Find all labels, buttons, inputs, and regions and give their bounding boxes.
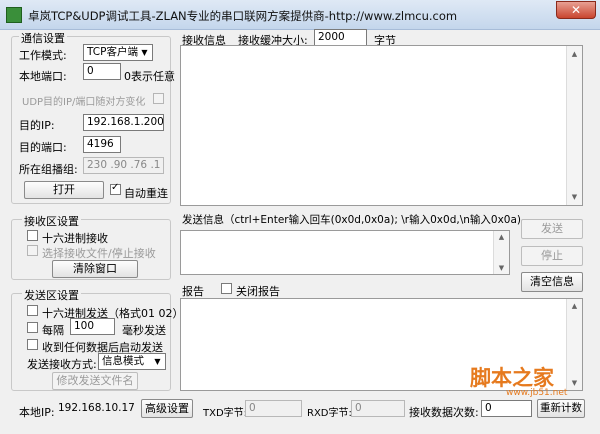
- receive-scrollbar[interactable]: ▲ ▼: [566, 46, 582, 205]
- report-scrollbar[interactable]: ▲ ▼: [566, 299, 582, 390]
- select-file-checkbox[interactable]: [27, 245, 38, 256]
- select-file-label: 选择接收文件/停止接收: [42, 247, 156, 260]
- dest-ip-label: 目的IP:: [19, 119, 55, 132]
- hex-receive-checkbox[interactable]: [27, 230, 38, 241]
- udp-follow-label: UDP目的IP/端口随对方变化: [22, 97, 146, 108]
- recv-count-label: 接收数据次数:: [409, 406, 479, 419]
- send-mode-value: 信息模式: [102, 355, 144, 367]
- mode-label: 工作模式:: [19, 49, 67, 62]
- every-label: 每隔: [42, 324, 64, 337]
- scroll-down-icon[interactable]: ▼: [567, 193, 582, 201]
- modify-send-file-button[interactable]: 修改发送文件名: [52, 372, 138, 390]
- recv-count-value: 0: [481, 400, 532, 417]
- rxd-label: RXD字节:: [307, 408, 352, 419]
- send-settings-legend: 发送区设置: [22, 287, 81, 303]
- ms-label: 毫秒发送: [122, 324, 166, 337]
- rxd-value: 0: [351, 400, 405, 417]
- title-bar[interactable]: 卓岚TCP&UDP调试工具-ZLAN专业的串口联网方案提供商-http://ww…: [0, 0, 600, 30]
- local-port-label: 本地端口:: [19, 70, 67, 83]
- receive-settings-legend: 接收区设置: [22, 213, 81, 229]
- local-ip-value: 192.168.10.17: [58, 402, 135, 414]
- send-textarea[interactable]: ▲ ▼: [180, 230, 510, 275]
- recount-button[interactable]: 重新计数: [537, 399, 585, 418]
- chevron-down-icon[interactable]: ▼: [138, 46, 151, 59]
- window-title: 卓岚TCP&UDP调试工具-ZLAN专业的串口联网方案提供商-http://ww…: [28, 9, 458, 23]
- multicast-label: 所在组播组:: [19, 163, 78, 176]
- report-label: 报告: [182, 285, 204, 298]
- close-button[interactable]: ✕: [556, 1, 596, 19]
- hex-receive-label: 十六进制接收: [42, 232, 108, 245]
- scroll-down-icon[interactable]: ▼: [494, 264, 509, 272]
- interval-send-checkbox[interactable]: [27, 322, 38, 333]
- send-button[interactable]: 发送: [521, 219, 583, 239]
- clear-info-button[interactable]: 清空信息: [521, 272, 583, 292]
- multicast-input[interactable]: 230 .90 .76 .1: [83, 157, 164, 174]
- send-mode-label: 发送接收方式:: [27, 358, 97, 371]
- scroll-up-icon[interactable]: ▲: [567, 50, 582, 58]
- mode-select-value: TCP客户端: [87, 46, 138, 58]
- advanced-settings-button[interactable]: 高级设置: [141, 399, 193, 418]
- dest-ip-input[interactable]: 192.168.1.200: [83, 114, 164, 131]
- interval-input[interactable]: 100: [70, 318, 115, 335]
- txd-label: TXD字节:: [203, 408, 248, 419]
- auto-reconnect-label: 自动重连: [124, 187, 168, 200]
- close-report-label: 关闭报告: [236, 285, 280, 298]
- send-on-receive-checkbox[interactable]: [27, 339, 38, 350]
- scroll-down-icon[interactable]: ▼: [567, 379, 582, 387]
- watermark-url: www.jb51.net: [506, 388, 568, 398]
- dest-port-input[interactable]: 4196: [83, 136, 121, 153]
- comm-settings-legend: 通信设置: [19, 30, 67, 46]
- send-mode-select[interactable]: 信息模式 ▼: [98, 353, 166, 370]
- app-icon: [6, 7, 22, 23]
- hex-send-checkbox[interactable]: [27, 305, 38, 316]
- stop-button[interactable]: 停止: [521, 246, 583, 266]
- local-port-hint: 0表示任意: [124, 70, 175, 83]
- open-button[interactable]: 打开: [24, 181, 104, 199]
- udp-follow-checkbox[interactable]: [153, 93, 164, 104]
- local-port-input[interactable]: 0: [83, 63, 121, 80]
- dest-port-label: 目的端口:: [19, 141, 67, 154]
- send-info-label: 发送信息（ctrl+Enter输入回车(0x0d,0x0a); \r输入0x0d…: [182, 214, 521, 226]
- scroll-up-icon[interactable]: ▲: [494, 233, 509, 241]
- buffer-size-input[interactable]: 2000: [314, 29, 367, 46]
- chevron-down-icon[interactable]: ▼: [151, 355, 164, 368]
- send-scrollbar[interactable]: ▲ ▼: [493, 231, 509, 274]
- clear-window-button[interactable]: 清除窗口: [52, 260, 138, 278]
- txd-value: 0: [245, 400, 302, 417]
- close-report-checkbox[interactable]: [221, 283, 232, 294]
- auto-reconnect-checkbox[interactable]: [110, 182, 121, 195]
- local-ip-label: 本地IP:: [19, 406, 55, 419]
- mode-select[interactable]: TCP客户端 ▼: [83, 44, 153, 61]
- scroll-up-icon[interactable]: ▲: [567, 302, 582, 310]
- receive-textarea[interactable]: ▲ ▼: [180, 45, 583, 206]
